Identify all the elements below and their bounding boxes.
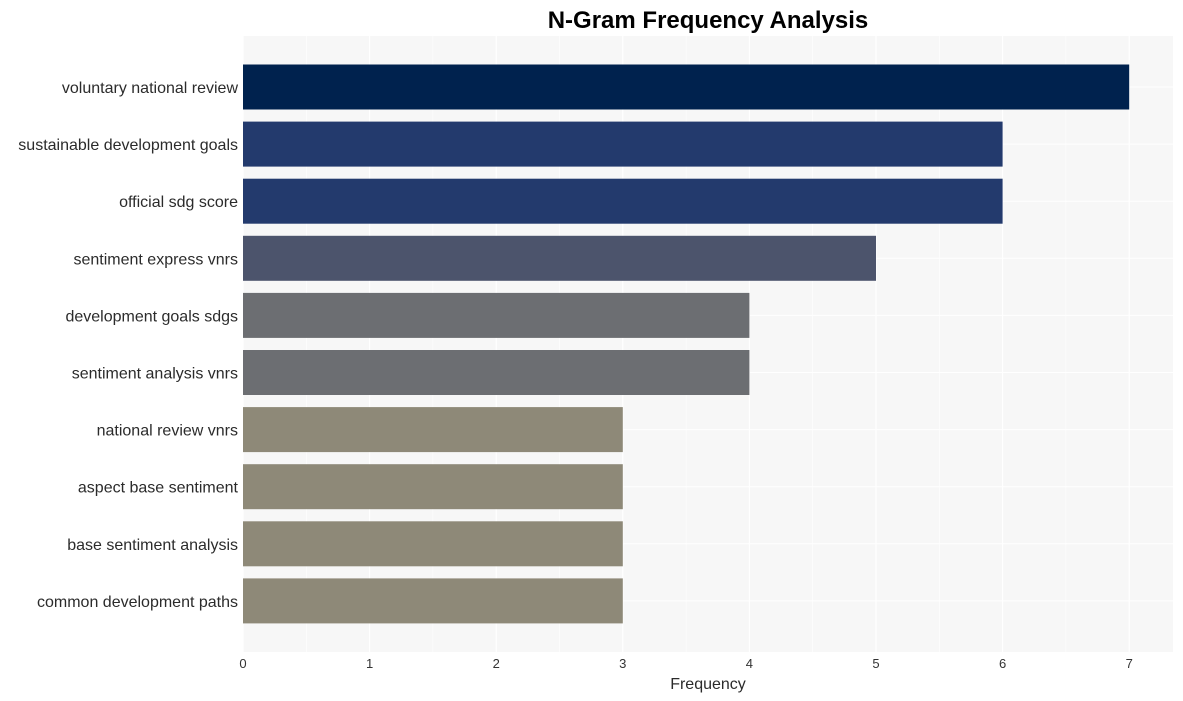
x-tick-label: 5 — [872, 656, 879, 671]
x-tick-label: 1 — [366, 656, 373, 671]
x-tick-label: 6 — [999, 656, 1006, 671]
y-axis-labels: voluntary national review sustainable dev… — [18, 80, 238, 611]
y-tick-label: development goals sdgs — [65, 308, 238, 325]
chart-title: N-Gram Frequency Analysis — [548, 7, 869, 34]
bar — [243, 235, 876, 281]
y-tick-label: sentiment express vnrs — [73, 251, 238, 268]
x-tick-label: 4 — [746, 656, 753, 671]
y-tick-label: official sdg score — [119, 194, 238, 211]
x-axis-ticks: 0 1 2 3 4 5 6 7 — [239, 656, 1132, 671]
x-axis-label: Frequency — [670, 676, 746, 693]
y-tick-label: common development paths — [37, 594, 238, 611]
y-tick-label: base sentiment analysis — [67, 537, 238, 554]
y-tick-label: sustainable development goals — [18, 137, 238, 154]
x-tick-label: 2 — [493, 656, 500, 671]
y-tick-label: voluntary national review — [62, 80, 239, 97]
bar — [243, 64, 1130, 110]
bar — [243, 121, 1003, 167]
bar — [243, 407, 623, 453]
bar — [243, 464, 623, 510]
bar — [243, 578, 623, 624]
y-tick-label: sentiment analysis vnrs — [72, 366, 238, 383]
x-tick-label: 7 — [1126, 656, 1133, 671]
y-tick-label: aspect base sentiment — [78, 480, 239, 497]
bar — [243, 178, 1003, 224]
x-tick-label: 3 — [619, 656, 626, 671]
bar — [243, 521, 623, 567]
y-tick-label: national review vnrs — [97, 423, 238, 440]
bar — [243, 292, 750, 338]
bar-chart: voluntary national review sustainable dev… — [18, 7, 1173, 693]
bar — [243, 350, 750, 395]
x-tick-label: 0 — [239, 656, 246, 671]
